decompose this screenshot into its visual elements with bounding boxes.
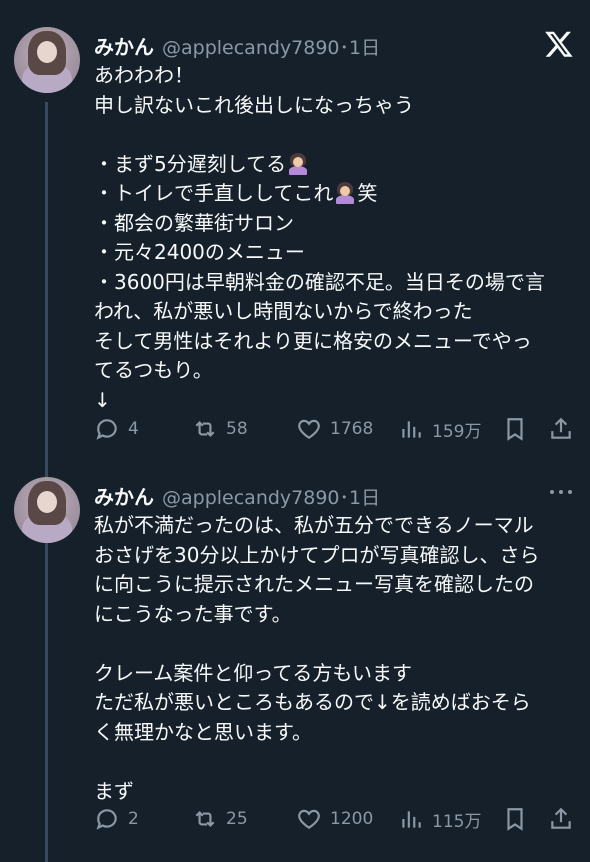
bookmark-button[interactable] [502, 414, 528, 444]
handle-and-time[interactable]: @applecandy7890･1日 [162, 33, 380, 60]
text-line: ・都会の繁華街サロン [94, 210, 294, 235]
text-line: てるつもり。 [94, 358, 213, 382]
reply-count: 4 [128, 419, 139, 439]
like-button[interactable]: 1768 [296, 414, 373, 444]
reply-button[interactable]: 2 [94, 804, 139, 834]
text-line: われ、私が悪いし時間ないからで終わった [94, 299, 473, 323]
action-bar: 4 58 1768 159万 [94, 414, 574, 444]
display-name[interactable]: みかん [94, 31, 154, 60]
text-line: あわわわ！ [94, 63, 194, 87]
like-count: 1768 [330, 419, 374, 439]
reply-icon [96, 809, 117, 830]
x-logo-icon [545, 31, 573, 57]
reply-icon [96, 419, 117, 440]
share-button[interactable] [548, 414, 574, 444]
text-line: く無理かなと思います。 [94, 719, 312, 744]
retweet-count: 58 [226, 419, 248, 439]
like-count: 1200 [330, 809, 374, 829]
action-bar: 2 25 1200 115万 [94, 804, 574, 834]
retweet-count: 25 [226, 809, 248, 829]
retweet-icon [195, 420, 215, 438]
text-line: ・まず5分遅刻してる [94, 151, 287, 176]
text-line: ↓ [94, 387, 111, 412]
tweet-text: 私が不満だったのは、私が五分でできるノーマル おさげを30分以上かけてプロが写真… [94, 511, 576, 806]
share-icon [551, 807, 571, 829]
avatar[interactable] [14, 27, 80, 93]
tweet-header: みかん @applecandy7890･1日 [94, 31, 380, 60]
text-line: ・3600円は早朝料金の確認不足。当日その場で言 [94, 269, 545, 294]
text-line: まず [94, 778, 134, 803]
text-line: 申し訳ないこれ後出しになっちゃう [94, 92, 414, 117]
text-line: おさげを30分以上かけてプロが写真確認し、さら [94, 542, 540, 567]
heart-icon [298, 419, 320, 439]
text-line: クレーム案件と仰ってる方もいます [94, 660, 412, 685]
display-name[interactable]: みかん [94, 481, 154, 510]
views-bar-chart-icon [402, 811, 421, 828]
retweet-button[interactable]: 58 [192, 414, 248, 444]
more-dots-icon[interactable] [550, 487, 576, 497]
heart-icon [298, 809, 320, 829]
bookmark-button[interactable] [502, 804, 528, 834]
text-line: そして男性はそれより更に格安のメニューでやっ [94, 328, 532, 353]
view-count: 115万 [432, 811, 482, 832]
bookmark-icon [507, 808, 523, 831]
avatar[interactable] [14, 477, 80, 543]
tweet-text: あわわわ！ 申し訳ないこれ後出しになっちゃう ・まず5分遅刻してる ・トイレで手… [94, 61, 576, 415]
woman-bowing-emoji-icon [286, 151, 310, 175]
views-button[interactable]: 159万 [398, 414, 481, 444]
reply-count: 2 [128, 809, 139, 829]
like-button[interactable]: 1200 [296, 804, 373, 834]
text-line: にこうなった事です。 [94, 601, 292, 626]
view-count: 159万 [432, 421, 482, 442]
retweet-button[interactable]: 25 [192, 804, 248, 834]
text-line: に向こうに提示されたメニュー写真を確認したの [94, 572, 534, 596]
text-line: ・元々2400のメニュー [94, 240, 305, 264]
share-icon [551, 417, 571, 439]
tweet-header: みかん @applecandy7890･1日 [94, 481, 380, 510]
text-line: 私が不満だったのは、私が五分でできるノーマル [94, 513, 534, 537]
woman-bowing-emoji-icon [333, 180, 357, 204]
retweet-icon [195, 810, 215, 828]
views-bar-chart-icon [402, 421, 421, 438]
share-button[interactable] [548, 804, 574, 834]
text-line: ただ私が悪いところもあるので↓を読めばおそら [94, 690, 531, 714]
reply-button[interactable]: 4 [94, 414, 139, 444]
views-button[interactable]: 115万 [398, 804, 481, 834]
text-line: ・トイレで手直ししてこれ [94, 181, 334, 205]
handle-and-time[interactable]: @applecandy7890･1日 [162, 483, 380, 510]
bookmark-icon [507, 418, 523, 441]
text-line-suffix: 笑 [357, 181, 378, 205]
